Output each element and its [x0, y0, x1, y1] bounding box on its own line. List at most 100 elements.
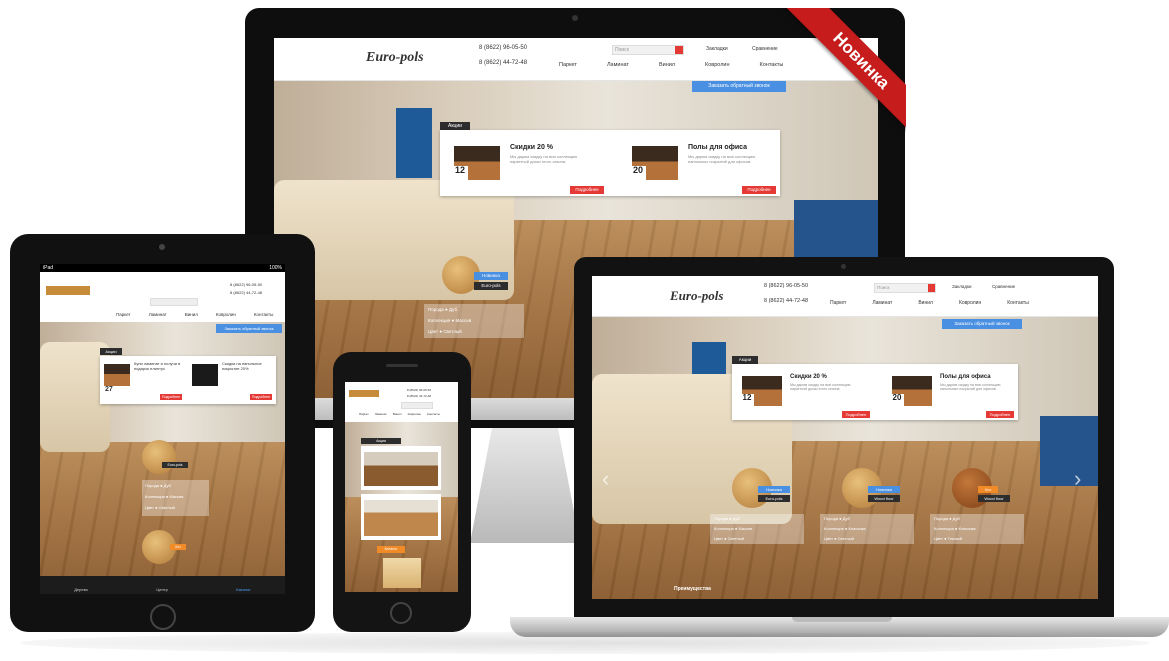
spec-label: Порода [714, 516, 729, 521]
favorites-link[interactable]: Закладки [706, 46, 728, 52]
nav-item-contacts[interactable]: Контакты [1007, 300, 1029, 306]
spec-label: Коллекция [428, 318, 451, 323]
product-specs: Порода ● Дуб Коллекция ● Классика Цвет ●… [820, 514, 914, 544]
product-badge: Новинка [868, 486, 900, 493]
tab-item[interactable]: Каталог [236, 587, 251, 592]
promo-card[interactable]: 12 Скидки 20 % Мы дарим скидку на всю ко… [440, 130, 610, 196]
spec-label: Цвет [428, 329, 439, 334]
product-badge: Хит [170, 544, 186, 550]
status-left: iPad [43, 265, 54, 271]
nav-item-laminat[interactable]: Ламинат [375, 412, 387, 416]
tablet-tab-bar: Дерево Центр Каталог [40, 576, 285, 594]
promo-label: Акции [732, 356, 758, 364]
compare-link[interactable]: Сравнение [992, 284, 1015, 289]
promo-card[interactable]: 12 Скидки 20 % Мы дарим скидку на всю ко… [732, 364, 875, 420]
spec-value: Дуб [842, 516, 850, 521]
spec-label: Цвет [934, 536, 943, 541]
nav-item-kovrolin[interactable]: Ковролин [408, 412, 421, 416]
search-input[interactable]: Поиск [874, 283, 936, 293]
product-image[interactable] [142, 440, 176, 474]
nav-item-vinil[interactable]: Винил [393, 412, 402, 416]
promo-days: 27 [105, 386, 113, 393]
tab-item[interactable]: Центр [156, 587, 167, 592]
product-name: Wood floor [978, 495, 1010, 502]
laptop-notch [792, 617, 892, 622]
product-badge: Новинка [474, 272, 508, 280]
promo-card[interactable]: 20 Полы для офиса Мы дарим скидку на всю… [882, 364, 1018, 420]
spec-value: Массив [169, 494, 184, 499]
tablet-camera [159, 244, 165, 250]
tablet-screen: iPad 100% 8 (8622) 96-05-50 8 (8622) 44-… [40, 264, 285, 594]
callback-button[interactable]: Заказать обратный звонок [942, 319, 1022, 329]
spec-value: Массив [455, 318, 472, 323]
promo-more-button[interactable]: Подробнее [250, 394, 272, 400]
tab-item[interactable]: Дерево [74, 587, 88, 592]
promo-thumb [364, 452, 438, 486]
phone-home-button[interactable] [390, 602, 412, 624]
nav-item-parket[interactable]: Паркет [116, 312, 131, 317]
nav-item-kovrolin[interactable]: Ковролин [705, 62, 730, 68]
spec-value: Дуб [163, 483, 171, 488]
spec-value: Классика [848, 526, 866, 531]
slider-next-icon[interactable]: › [1074, 466, 1081, 492]
tablet-logo[interactable] [46, 286, 90, 295]
tablet-home-button[interactable] [150, 604, 176, 630]
nav-item-laminat[interactable]: Ламинат [607, 62, 629, 68]
nav-item-vinil[interactable]: Винил [185, 312, 198, 317]
nav-item-parket[interactable]: Паркет [830, 300, 846, 306]
site-logo[interactable]: Euro-pols [366, 50, 424, 66]
promo-days: 12 [452, 166, 468, 180]
site-logo[interactable]: Euro-pols [670, 288, 723, 304]
phone-promo-card[interactable] [361, 494, 441, 540]
spec-label: Коллекция [824, 526, 844, 531]
phone-product-image[interactable] [383, 558, 421, 588]
spec-value: Массив [738, 526, 753, 531]
promo-text: Мы дарим скидку на всю коллекцию паркетн… [790, 383, 851, 392]
promo-days: 12 [740, 394, 754, 406]
spec-label: Коллекция [145, 494, 165, 499]
spec-value: Светлый [727, 536, 744, 541]
product-name: Euro-pols [758, 495, 790, 502]
monitor-stand [470, 428, 580, 543]
spec-label: Цвет [714, 536, 723, 541]
laptop-camera [841, 264, 846, 269]
promo-more-button[interactable]: Подробнее [570, 186, 604, 194]
phone-promo-card[interactable] [361, 446, 441, 490]
callback-button[interactable]: Заказать обратный звонок [216, 324, 282, 333]
tablet-phone: 8 (8622) 96-05-50 [230, 282, 263, 287]
search-icon[interactable] [928, 284, 935, 292]
nav-item-parket[interactable]: Паркет [559, 62, 577, 68]
nav-item-vinil[interactable]: Винил [918, 300, 933, 306]
spec-label: Коллекция [934, 526, 954, 531]
catalog-button[interactable]: Каталог [377, 546, 405, 553]
spec-value: Светлый [443, 329, 462, 334]
phone-speaker [386, 364, 418, 367]
nav-item-contacts[interactable]: Контакты [254, 312, 273, 317]
spec-value: Светлый [158, 505, 175, 510]
phone-search-input[interactable] [401, 402, 433, 409]
laptop-screen: Euro-pols 8 (8622) 96-05-50 8 (8622) 44-… [592, 276, 1098, 599]
spec-label: Цвет [824, 536, 833, 541]
promo-more-button[interactable]: Подробнее [160, 394, 182, 400]
promo-more-button[interactable]: Подробнее [742, 186, 776, 194]
nav-item-laminat[interactable]: Ламинат [149, 312, 167, 317]
nav-item-vinil[interactable]: Винил [659, 62, 675, 68]
promo-more-button[interactable]: Подробнее [986, 411, 1014, 418]
search-icon[interactable] [675, 46, 683, 54]
spec-value: Темный [947, 536, 963, 541]
nav-item-contacts[interactable]: Контакты [427, 412, 440, 416]
product-badge: Хит [978, 486, 998, 493]
nav-item-kovrolin[interactable]: Ковролин [216, 312, 236, 317]
nav-item-laminat[interactable]: Ламинат [872, 300, 892, 306]
promo-more-button[interactable]: Подробнее [842, 411, 870, 418]
search-input[interactable]: Поиск [612, 45, 684, 55]
slider-prev-icon[interactable]: ‹ [602, 466, 609, 492]
phone-logo[interactable] [349, 390, 379, 397]
favorites-link[interactable]: Закладки [952, 284, 971, 289]
nav-item-kovrolin[interactable]: Ковролин [959, 300, 981, 306]
nav-item-parket[interactable]: Паркет [359, 412, 369, 416]
promo-block: 12 Скидки 20 % Мы дарим скидку на всю ко… [440, 130, 780, 196]
tablet-search-input[interactable] [150, 298, 198, 306]
promo-card[interactable]: 20 Полы для офиса Мы дарим скидку на всю… [618, 130, 780, 196]
promo-label: Акции [361, 438, 401, 444]
